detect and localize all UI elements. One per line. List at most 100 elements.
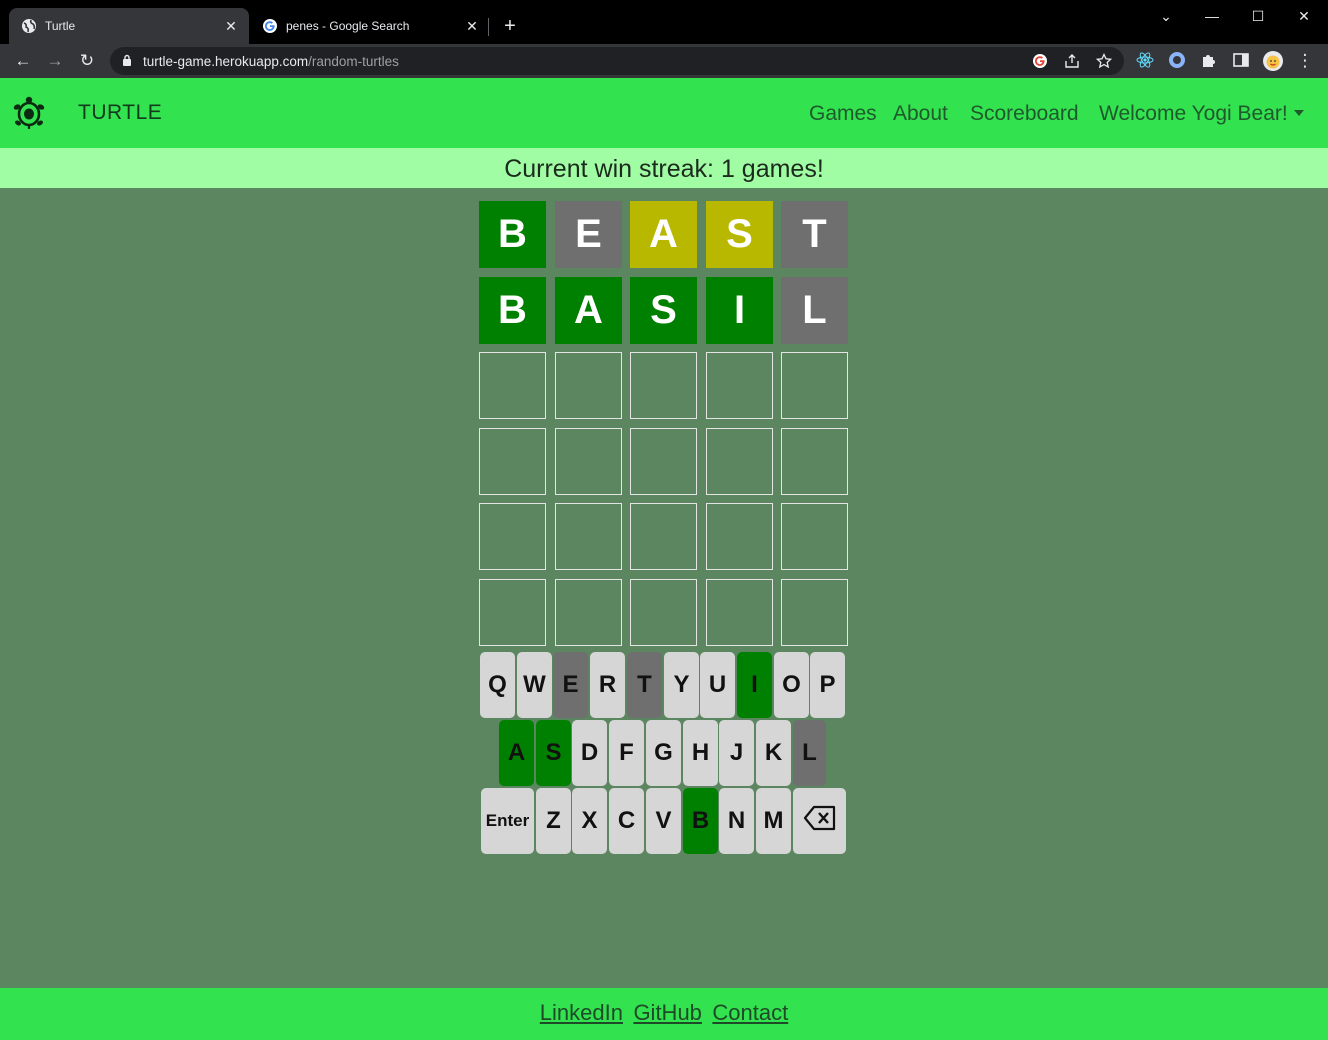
footer-link-linkedin[interactable]: LinkedIn — [540, 1000, 623, 1026]
key-t[interactable]: T — [627, 652, 662, 718]
address-bar[interactable]: turtle-game.herokuapp.com/random-turtles — [110, 47, 1124, 75]
reload-icon[interactable]: ↻ — [76, 50, 98, 72]
win-streak-banner: Current win streak: 1 games! — [0, 148, 1328, 188]
board-cell — [781, 352, 848, 419]
board-cell — [555, 579, 622, 646]
key-s[interactable]: S — [536, 720, 571, 786]
lock-icon — [122, 54, 132, 72]
key-v[interactable]: V — [646, 788, 681, 854]
board-cell — [630, 579, 697, 646]
url-text: turtle-game.herokuapp.com/random-turtles — [143, 54, 399, 69]
key-q[interactable]: Q — [480, 652, 515, 718]
tab-title: Turtle — [45, 19, 76, 33]
key-p[interactable]: P — [810, 652, 845, 718]
user-menu-dropdown[interactable]: Welcome Yogi Bear! — [1099, 102, 1304, 126]
forward-arrow-icon[interactable]: → — [44, 50, 66, 72]
board-cell: T — [781, 201, 848, 268]
board-cell — [479, 428, 546, 495]
url-host: turtle-game.herokuapp.com — [143, 54, 309, 69]
google-icon — [262, 18, 278, 34]
key-l[interactable]: L — [793, 720, 826, 786]
react-devtools-icon[interactable] — [1136, 51, 1154, 69]
tab-separator — [488, 18, 489, 36]
chevron-down-icon — [1293, 110, 1304, 116]
board-cell: A — [630, 201, 697, 268]
tab-search-icon[interactable]: ⌄ — [1156, 6, 1176, 26]
footer-link-github[interactable]: GitHub — [633, 1000, 701, 1026]
brand-name[interactable]: TURTLE — [78, 101, 162, 125]
extension-circle-icon[interactable] — [1168, 51, 1186, 69]
key-j[interactable]: J — [719, 720, 754, 786]
board-cell — [555, 352, 622, 419]
browser-tab-turtle[interactable]: Turtle ✕ — [9, 8, 249, 44]
key-a[interactable]: A — [499, 720, 534, 786]
site-footer: LinkedIn GitHub Contact — [0, 988, 1328, 1040]
key-n[interactable]: N — [719, 788, 754, 854]
key-c[interactable]: C — [609, 788, 644, 854]
window-close-icon[interactable]: ✕ — [1294, 6, 1314, 26]
side-panel-icon[interactable] — [1232, 51, 1250, 69]
maximize-icon[interactable]: ☐ — [1248, 6, 1268, 26]
browser-menu-icon[interactable]: ⋮ — [1294, 50, 1316, 72]
key-f[interactable]: F — [609, 720, 644, 786]
url-path: /random-turtles — [308, 54, 399, 69]
board-cell: I — [706, 277, 773, 344]
tab-title: penes - Google Search — [286, 19, 410, 33]
key-r[interactable]: R — [590, 652, 625, 718]
browser-tab-google[interactable]: penes - Google Search ✕ — [250, 8, 490, 44]
profile-avatar-icon[interactable] — [1263, 51, 1283, 71]
board-cell — [706, 352, 773, 419]
key-o[interactable]: O — [774, 652, 809, 718]
key-i[interactable]: I — [737, 652, 772, 718]
new-tab-icon[interactable]: + — [500, 16, 520, 36]
key-x[interactable]: X — [572, 788, 607, 854]
key-m[interactable]: M — [756, 788, 791, 854]
backspace-icon — [803, 805, 837, 838]
board-cell — [555, 503, 622, 570]
globe-icon — [21, 18, 37, 34]
board-cell — [706, 579, 773, 646]
browser-tab-strip: Turtle ✕ penes - Google Search ✕ + ⌄ — ☐… — [0, 0, 1328, 44]
board-cell: A — [555, 277, 622, 344]
google-lens-icon[interactable] — [1032, 53, 1048, 69]
key-g[interactable]: G — [646, 720, 681, 786]
minimize-icon[interactable]: — — [1202, 6, 1222, 26]
bookmark-star-icon[interactable] — [1095, 52, 1113, 69]
board-cell: S — [706, 201, 773, 268]
board-cell — [781, 579, 848, 646]
board-cell — [630, 352, 697, 419]
board-cell — [781, 428, 848, 495]
key-h[interactable]: H — [683, 720, 718, 786]
close-tab-icon[interactable]: ✕ — [223, 18, 239, 34]
nav-link-about[interactable]: About — [893, 102, 948, 126]
enter-key[interactable]: Enter — [481, 788, 534, 854]
footer-link-contact[interactable]: Contact — [712, 1000, 788, 1026]
nav-link-scoreboard[interactable]: Scoreboard — [970, 102, 1079, 126]
close-tab-icon[interactable]: ✕ — [464, 18, 480, 34]
browser-toolbar: ← → ↻ turtle-game.herokuapp.com/random-t… — [0, 44, 1328, 78]
key-z[interactable]: Z — [536, 788, 571, 854]
turtle-logo-icon[interactable] — [11, 95, 47, 131]
key-d[interactable]: D — [572, 720, 607, 786]
user-menu-label: Welcome Yogi Bear! — [1099, 102, 1288, 125]
board-cell — [479, 352, 546, 419]
board-cell: L — [781, 277, 848, 344]
key-k[interactable]: K — [756, 720, 791, 786]
key-u[interactable]: U — [700, 652, 735, 718]
board-cell: B — [479, 201, 546, 268]
extensions-puzzle-icon[interactable] — [1200, 51, 1218, 69]
board-cell — [630, 428, 697, 495]
board-cell — [479, 579, 546, 646]
share-icon[interactable] — [1064, 53, 1080, 69]
board-cell — [555, 428, 622, 495]
board-cell — [706, 503, 773, 570]
key-b[interactable]: B — [683, 788, 718, 854]
nav-link-games[interactable]: Games — [809, 102, 877, 126]
key-e[interactable]: E — [553, 652, 588, 718]
key-y[interactable]: Y — [664, 652, 699, 718]
key-w[interactable]: W — [517, 652, 552, 718]
board-cell: S — [630, 277, 697, 344]
back-arrow-icon[interactable]: ← — [12, 50, 34, 72]
backspace-key[interactable] — [793, 788, 846, 854]
site-navbar: TURTLE Games About Scoreboard Welcome Yo… — [0, 78, 1328, 148]
